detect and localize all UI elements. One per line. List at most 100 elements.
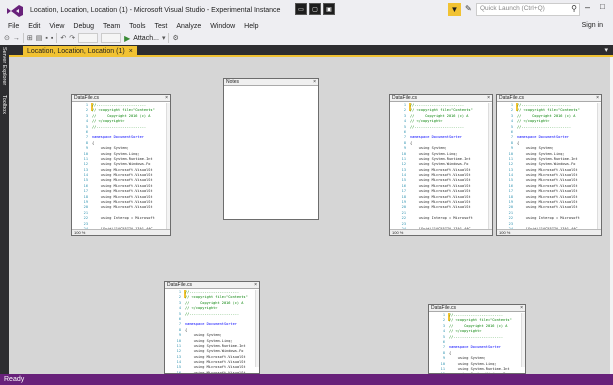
menu-file[interactable]: File <box>8 23 19 30</box>
code-window[interactable]: DataFile.cs × 1//----------------------- 2/… <box>389 94 493 236</box>
notes-window[interactable]: Notes × <box>223 78 319 220</box>
zoom-level[interactable]: 100 % <box>72 229 170 235</box>
code-window[interactable]: DataFile.cs × 1//----------------------- 2/… <box>71 94 171 236</box>
toolbar-separator <box>22 33 24 43</box>
code-text: using Microsoft.VisualSt <box>410 205 471 210</box>
vertical-scrollbar[interactable] <box>166 103 170 229</box>
toolbar-extra-icon[interactable]: ⚙ <box>172 34 178 42</box>
feedback-icon[interactable]: ✎ <box>465 4 472 13</box>
redo-icon[interactable]: ↷ <box>69 34 75 42</box>
minimize-button[interactable]: – <box>585 2 590 12</box>
menu-help[interactable]: Help <box>244 23 258 30</box>
toolbox-tab[interactable]: Toolbox <box>1 95 7 114</box>
menu-view[interactable]: View <box>49 23 64 30</box>
code-text: //----------------------- <box>92 124 147 129</box>
code-editor[interactable]: 1//----------------------- 2// <copyright… <box>497 102 601 235</box>
dropdown-chevron-icon[interactable]: ▾ <box>162 34 166 42</box>
document-tab[interactable]: Location, Location, Location (1) × <box>23 46 137 57</box>
zoom-level[interactable]: 100 % <box>390 229 492 235</box>
code-window[interactable]: DataFile.cs × 1//----------------------- 2/… <box>164 281 260 374</box>
menu-analyze[interactable]: Analyze <box>176 23 201 30</box>
close-icon[interactable]: × <box>487 95 490 102</box>
code-window-title-bar[interactable]: DataFile.cs × <box>497 95 601 102</box>
code-window-title: DataFile.cs <box>499 95 525 101</box>
menu-debug[interactable]: Debug <box>73 23 94 30</box>
code-window[interactable]: DataFile.cs × 1//----------------------- 2/… <box>496 94 602 236</box>
quick-launch-placeholder: Quick Launch (Ctrl+Q) <box>480 5 545 12</box>
code-window-title-bar[interactable]: DataFile.cs × <box>72 95 170 102</box>
platform-select[interactable] <box>101 33 122 43</box>
close-icon[interactable]: × <box>254 282 257 289</box>
code-editor[interactable]: 1//----------------------- 2// <copyright… <box>429 312 525 373</box>
code-window-title: DataFile.cs <box>167 282 193 288</box>
server-explorer-tab[interactable]: Server Explorer <box>1 47 7 85</box>
zoom-level[interactable]: 100 % <box>497 229 601 235</box>
search-icon: ⚲ <box>571 4 577 13</box>
open-icon[interactable]: ▤ <box>36 34 43 42</box>
code-window-title-bar[interactable]: DataFile.cs × <box>429 305 525 312</box>
tool-icon-2[interactable]: ▢ <box>309 3 321 15</box>
code-text: namespace DocumentSorter <box>449 345 501 350</box>
attach-button[interactable]: Attach... <box>133 35 159 42</box>
code-text: //----------------------- <box>410 124 465 129</box>
menu-bar: File Edit View Debug Team Tools Test Ana… <box>0 21 613 31</box>
notes-title-bar[interactable]: Notes × <box>224 79 318 86</box>
start-icon[interactable]: ▶ <box>124 34 130 43</box>
close-icon[interactable]: × <box>596 95 599 102</box>
standard-toolbar: ⊙ → ⊞ ▤ ▪ ▪ ↶ ↷ ▶ Attach... ▾ ⚙ <box>0 31 613 45</box>
menu-window[interactable]: Window <box>210 23 235 30</box>
vertical-scrollbar[interactable] <box>521 313 525 367</box>
tool-icon-3[interactable]: ▣ <box>323 3 335 15</box>
vertical-scrollbar[interactable] <box>255 290 259 367</box>
visual-studio-logo-icon <box>7 4 23 17</box>
menu-test[interactable]: Test <box>155 23 168 30</box>
menu-edit[interactable]: Edit <box>28 23 40 30</box>
back-icon[interactable]: ⊙ <box>4 34 10 42</box>
sign-in-link[interactable]: Sign in <box>582 21 603 31</box>
filter-icon[interactable]: ▼ <box>448 3 461 16</box>
solution-config-select[interactable] <box>78 33 99 43</box>
code-text: using Interop = Microsoft <box>517 216 580 221</box>
code-text: namespace DocumentSorter <box>410 135 462 140</box>
title-bar: Location, Location, Location (1) - Micro… <box>0 0 613 21</box>
code-editor[interactable]: 1//----------------------- 2// <copyright… <box>390 102 492 235</box>
status-text: Ready <box>4 376 25 383</box>
code-editor[interactable]: 1//----------------------- 2// <copyright… <box>165 289 259 373</box>
code-text: namespace DocumentSorter <box>185 322 237 327</box>
code-window-title: DataFile.cs <box>74 95 100 101</box>
vertical-scrollbar[interactable] <box>597 103 601 229</box>
quick-launch-input[interactable]: Quick Launch (Ctrl+Q) ⚲ <box>476 3 580 16</box>
maximize-button[interactable]: □ <box>600 2 605 11</box>
close-icon[interactable]: × <box>313 79 316 86</box>
new-project-icon[interactable]: ⊞ <box>27 34 33 42</box>
close-icon[interactable]: × <box>520 305 523 312</box>
code-text: //----------------------- <box>185 311 240 316</box>
code-window[interactable]: DataFile.cs × 1//----------------------- 2/… <box>428 304 526 374</box>
document-tab-label: Location, Location, Location (1) <box>27 48 125 55</box>
vertical-scrollbar[interactable] <box>488 103 492 229</box>
menu-tools[interactable]: Tools <box>129 23 145 30</box>
document-tab-strip: Location, Location, Location (1) × ▾ <box>9 45 613 57</box>
close-icon[interactable]: × <box>129 48 133 55</box>
chevron-down-icon[interactable]: ▾ <box>604 46 608 54</box>
save-icon[interactable]: ▪ <box>45 35 47 42</box>
menu-team[interactable]: Team <box>103 23 120 30</box>
code-text: using Interop = Microsoft <box>92 216 155 221</box>
tool-icon-1[interactable]: ▭ <box>295 3 307 15</box>
save-all-icon[interactable]: ▪ <box>51 35 53 42</box>
code-text: using Microsoft.VisualSt <box>517 205 578 210</box>
undo-icon[interactable]: ↶ <box>60 34 66 42</box>
code-editor[interactable]: 1//----------------------- 2// <copyright… <box>72 102 170 235</box>
code-window-title: DataFile.cs <box>431 305 457 311</box>
code-window-title-bar[interactable]: DataFile.cs × <box>390 95 492 102</box>
forward-icon[interactable]: → <box>13 35 20 42</box>
toolbar-separator <box>56 33 58 43</box>
close-icon[interactable]: × <box>165 95 168 102</box>
code-text: namespace DocumentSorter <box>517 135 569 140</box>
title-tool-icons: ▭ ▢ ▣ <box>295 3 335 15</box>
code-window-title: DataFile.cs <box>392 95 418 101</box>
code-window-title-bar[interactable]: DataFile.cs × <box>165 282 259 289</box>
code-text: namespace DocumentSorter <box>92 135 144 140</box>
toolbar-separator <box>168 33 170 43</box>
status-bar: Ready <box>0 374 613 385</box>
